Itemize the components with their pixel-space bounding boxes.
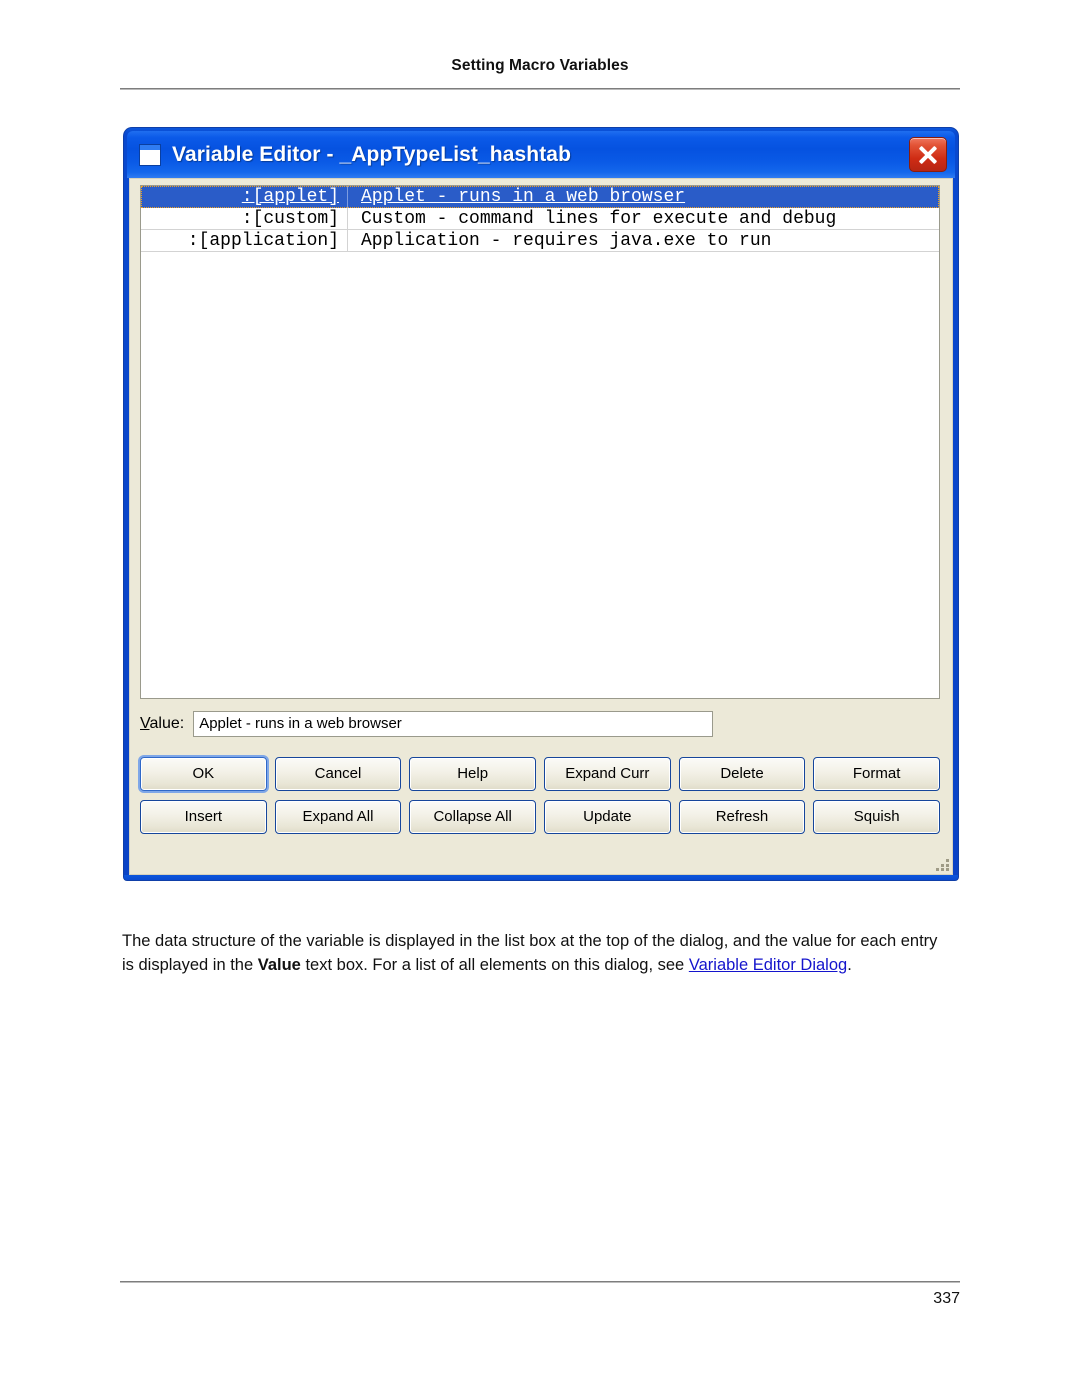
list-row-description: Custom - command lines for execute and d… — [361, 208, 837, 229]
button-label: Help — [457, 765, 489, 782]
body-text-part3: . — [847, 955, 852, 974]
list-row-key: :[custom] — [241, 208, 339, 229]
variable-editor-dialog: Variable Editor - _AppTypeList_hashtab :… — [124, 128, 958, 880]
button-label: Update — [583, 808, 632, 825]
format-button[interactable]: Format — [813, 757, 940, 791]
dialog-button-grid: OK Cancel Help Expand Curr Delete Format Inser… — [140, 757, 940, 834]
button-label: Expand All — [302, 808, 374, 825]
header-rule — [120, 88, 960, 90]
list-row[interactable]: :[applet] Applet - runs in a web browser — [141, 186, 939, 208]
expand-all-button[interactable]: Expand All — [274, 800, 402, 834]
button-label: Format — [852, 765, 901, 782]
listbox-rows: :[applet] Applet - runs in a web browser:… — [141, 186, 939, 252]
collapse-all-button[interactable]: Collapse All — [409, 800, 536, 834]
window-icon — [139, 143, 161, 166]
body-text-bold-value: Value — [257, 955, 301, 974]
footer-rule — [120, 1281, 960, 1283]
help-button[interactable]: Help — [409, 757, 536, 791]
page-number: 337 — [933, 1290, 960, 1307]
squish-button[interactable]: Squish — [813, 800, 940, 834]
list-row-key: :[application] — [187, 230, 339, 251]
button-label: Delete — [720, 765, 764, 782]
button-label: Squish — [853, 808, 900, 825]
page-title: Setting Macro Variables — [451, 57, 629, 74]
value-row: Value: Applet - runs in a web browser — [140, 711, 940, 737]
button-label: Insert — [184, 808, 223, 825]
expand-curr-button[interactable]: Expand Curr — [543, 757, 671, 791]
button-label: Refresh — [715, 808, 769, 825]
insert-button[interactable]: Insert — [140, 800, 267, 834]
list-row[interactable]: :[custom] Custom - command lines for exec… — [141, 208, 939, 230]
button-label: Cancel — [314, 765, 362, 782]
list-row[interactable]: :[application] Application - requires jav… — [141, 230, 939, 252]
delete-button[interactable]: Delete — [678, 757, 806, 791]
dialog-title-bar[interactable]: Variable Editor - _AppTypeList_hashtab — [127, 131, 955, 178]
variable-listbox[interactable]: :[applet] Applet - runs in a web browser:… — [140, 185, 940, 699]
ok-button[interactable]: OK — [140, 757, 267, 791]
value-label: Value: — [140, 715, 185, 732]
list-row-description: Application - requires java.exe to run — [361, 230, 772, 251]
list-row-key: :[applet] — [241, 187, 339, 207]
button-label: OK — [192, 765, 215, 782]
refresh-button[interactable]: Refresh — [678, 800, 806, 834]
close-icon[interactable] — [909, 137, 947, 172]
resize-grip[interactable] — [935, 857, 949, 871]
body-paragraph: The data structure of the variable is di… — [122, 929, 940, 977]
page-header: Setting Macro Variables — [120, 56, 960, 76]
dialog-client-area: :[applet] Applet - runs in a web browser:… — [129, 178, 953, 875]
button-label: Collapse All — [433, 808, 512, 825]
cancel-button[interactable]: Cancel — [274, 757, 402, 791]
dialog-title: Variable Editor - _AppTypeList_hashtab — [172, 142, 571, 166]
list-row-description: Applet - runs in a web browser — [361, 187, 686, 207]
update-button[interactable]: Update — [543, 800, 671, 834]
value-input[interactable]: Applet - runs in a web browser — [193, 711, 714, 737]
button-label: Expand Curr — [565, 765, 650, 782]
body-text-part2: text box. For a list of all elements on … — [300, 955, 689, 974]
variable-editor-dialog-link[interactable]: Variable Editor Dialog — [689, 956, 847, 974]
